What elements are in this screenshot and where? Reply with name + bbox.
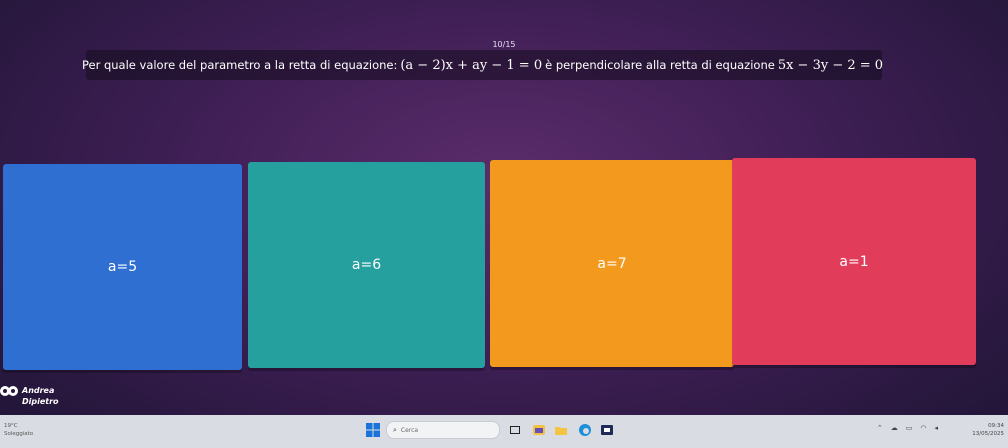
windows-taskbar: 19°C Soleggiato ⌕ Cerca ⌃ ☁ ▭ ◠ ◂ 09:34 … (0, 415, 1008, 448)
file-explorer-icon[interactable] (554, 422, 568, 436)
search-placeholder: Cerca (400, 426, 419, 434)
answer-card-2[interactable]: a=6 (248, 162, 485, 368)
player-last-name: Dipietro (22, 397, 59, 406)
answer-label: a=1 (839, 253, 869, 270)
volume-icon[interactable]: ◂ (934, 424, 938, 432)
player-first-name: Andrea (22, 386, 55, 395)
app-icon[interactable] (532, 422, 546, 436)
windows-start-icon[interactable] (366, 423, 380, 437)
weather-widget[interactable]: 19°C Soleggiato (4, 422, 33, 438)
wifi-icon[interactable]: ◠ (920, 424, 926, 432)
search-icon: ⌕ (393, 425, 397, 434)
battery-icon[interactable]: ▭ (906, 424, 913, 432)
answer-grid: a=5 a=6 a=7 a=1 (0, 0, 1008, 448)
player-avatar-icon (0, 386, 18, 396)
answer-label: a=5 (107, 259, 138, 275)
answer-label: a=7 (597, 255, 627, 272)
edge-browser-icon[interactable] (578, 422, 592, 436)
chevron-up-icon[interactable]: ⌃ (877, 424, 883, 432)
taskbar-search-input[interactable]: ⌕ Cerca (386, 421, 500, 439)
answer-label: a=6 (351, 257, 382, 273)
player-badge: Andrea Dipietro (0, 384, 70, 414)
task-view-icon[interactable] (508, 422, 522, 436)
weather-temp: 19°C (4, 423, 18, 429)
system-tray: ⌃ ☁ ▭ ◠ ◂ (877, 424, 938, 432)
answer-card-3[interactable]: a=7 (490, 160, 734, 367)
taskbar-clock[interactable]: 09:34 13/05/2025 (972, 422, 1004, 438)
answer-card-4[interactable]: a=1 (732, 158, 976, 365)
cloud-icon[interactable]: ☁ (891, 424, 898, 432)
answer-card-1[interactable]: a=5 (3, 164, 242, 370)
clock-date: 13/05/2025 (972, 431, 1004, 437)
store-app-icon[interactable] (600, 422, 614, 436)
weather-condition: Soleggiato (4, 431, 34, 437)
clock-time: 09:34 (988, 423, 1004, 429)
